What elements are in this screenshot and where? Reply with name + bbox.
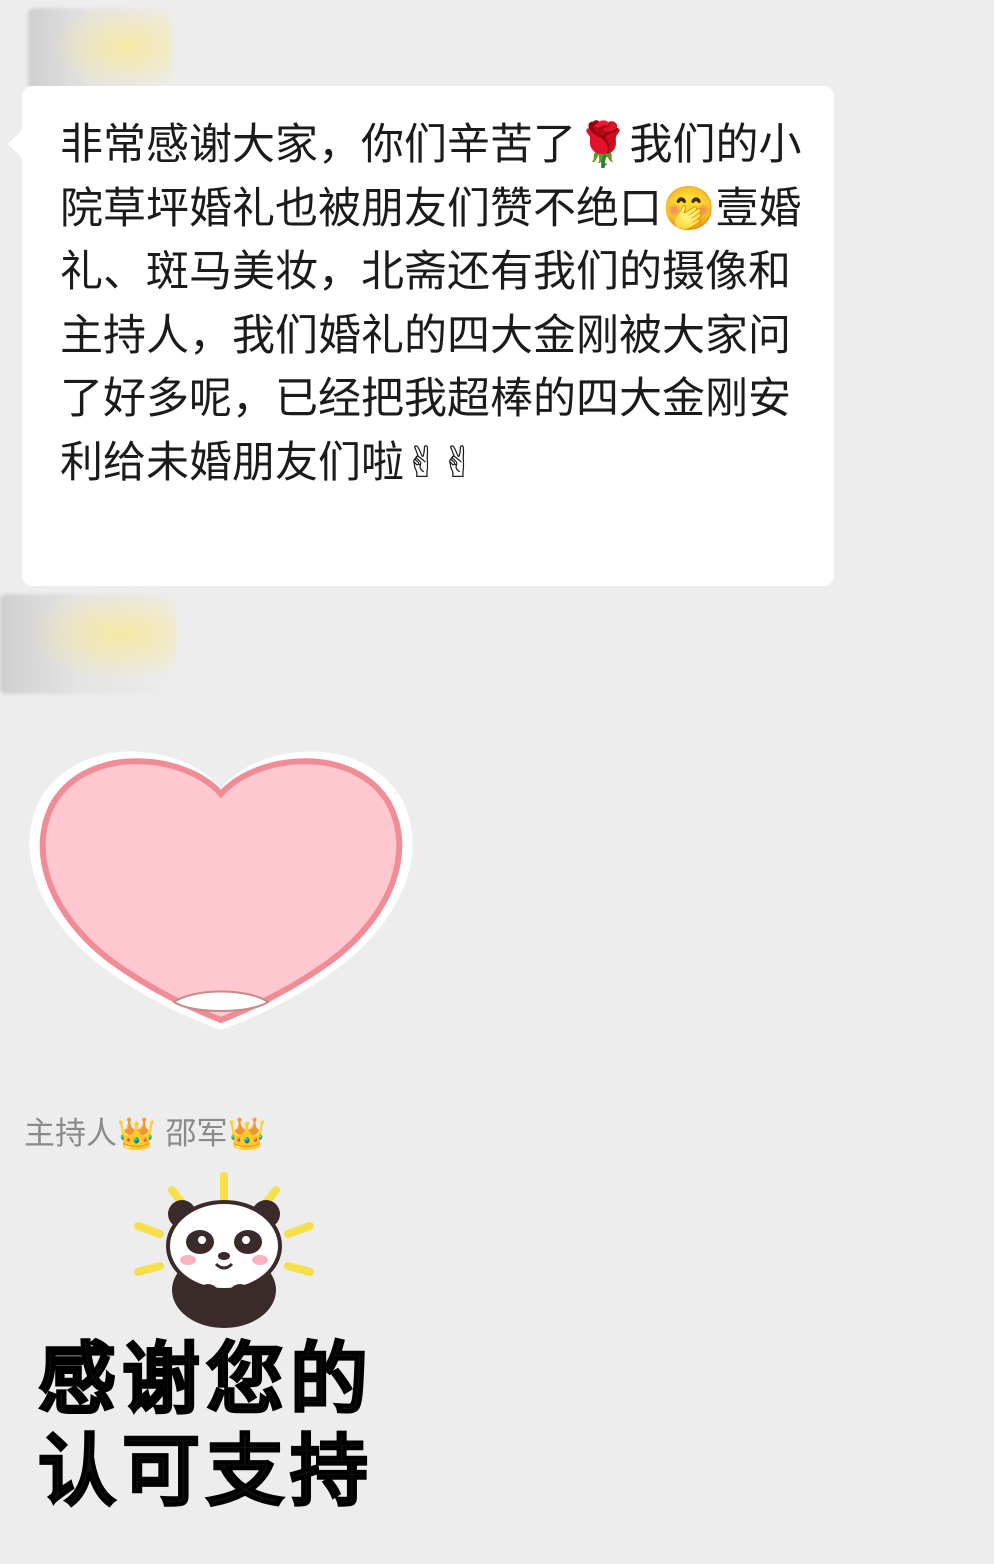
sender-avatar[interactable] [0, 594, 176, 694]
panda-icon [134, 1172, 314, 1328]
message-bubble[interactable]: 非常感谢大家，你们辛苦了🌹我们的小院草坪婚礼也被朋友们赞不绝口🤭壹婚礼、斑马美妆… [8, 86, 834, 586]
sender-name: 主持人👑 邵军👑 [24, 1116, 267, 1152]
heart-mouth [172, 990, 270, 1012]
message-text: 非常感谢大家，你们辛苦了🌹我们的小院草坪婚礼也被朋友们赞不绝口🤭壹婚礼、斑马美妆… [60, 120, 802, 488]
heart-sticker[interactable] [24, 736, 418, 1036]
panda-thanks-sticker[interactable]: 感谢您的 认可支持 [24, 1172, 424, 1552]
sticker-caption: 感谢您的 认可支持 [37, 1334, 375, 1518]
heart-shape [39, 758, 403, 1024]
